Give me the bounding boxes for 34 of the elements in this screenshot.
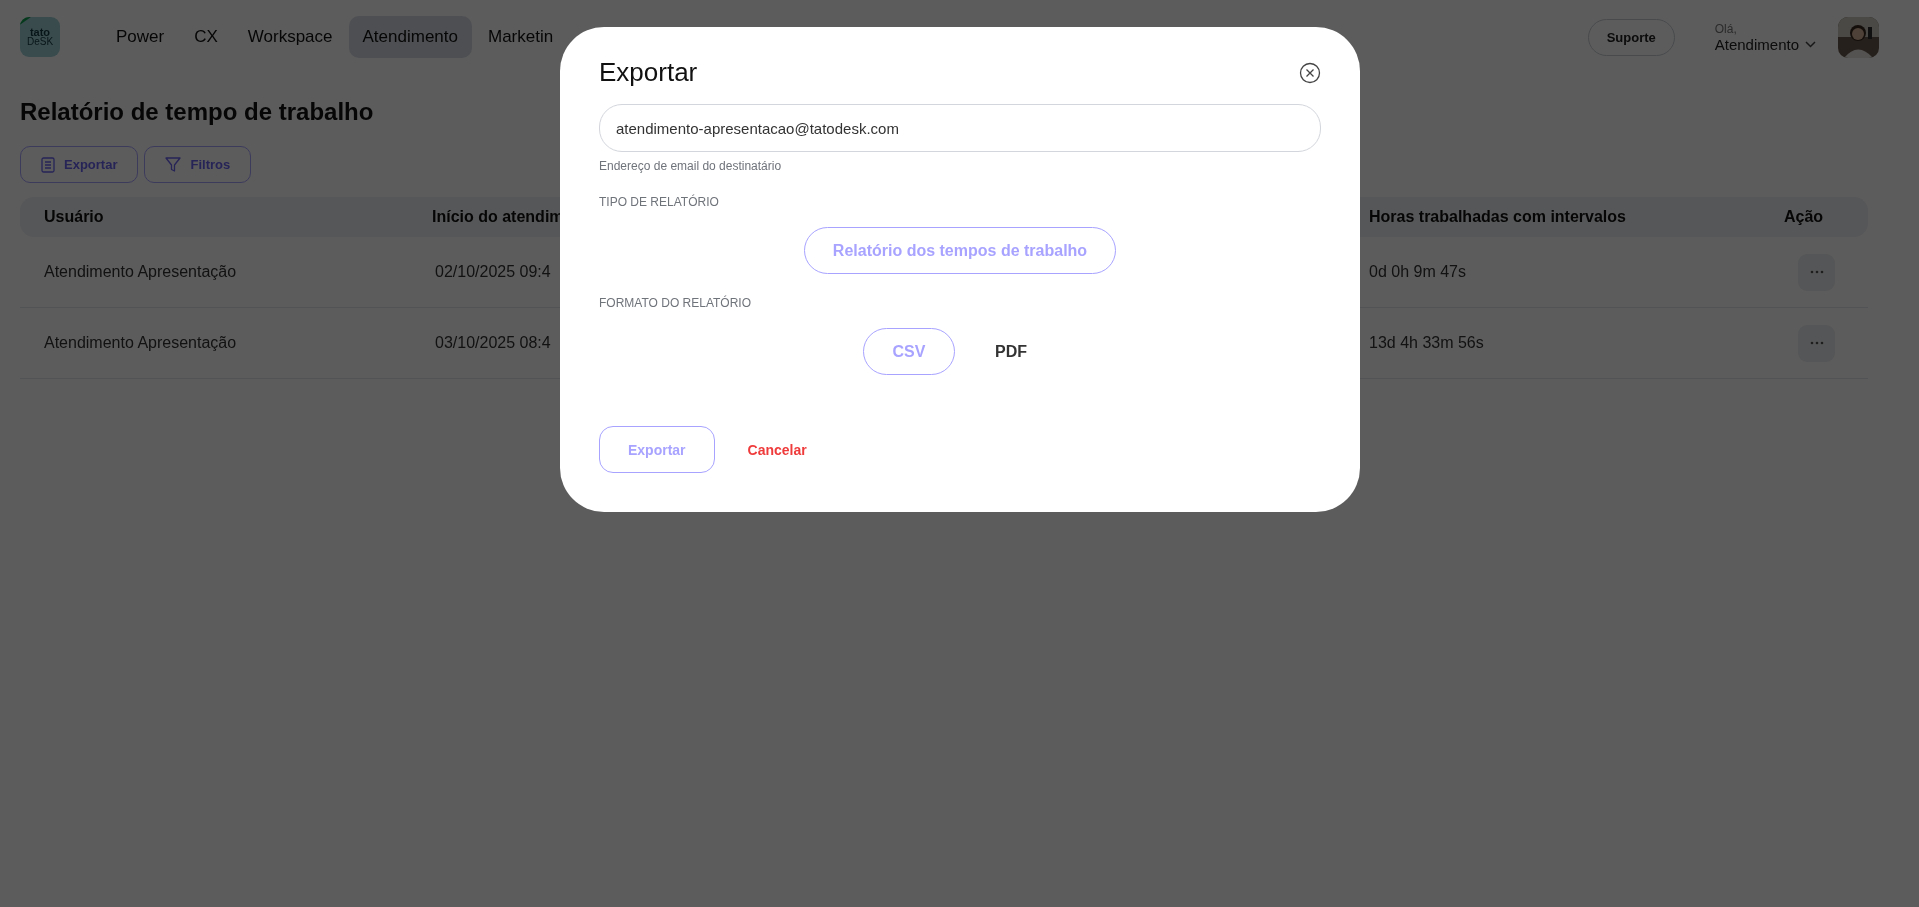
nav-tab[interactable]: CX	[180, 16, 232, 58]
avatar[interactable]	[1838, 16, 1879, 58]
nav-tab[interactable]: Workspace	[233, 16, 347, 58]
email-field[interactable]: atendimento-apresentacao@tatodesk.com	[599, 104, 1321, 152]
helper-text: Endereço de email do destinatário	[599, 159, 783, 173]
table-cell: 0d 0h 9m 47s	[1369, 263, 1466, 281]
filter-button[interactable]: Filtros	[144, 146, 252, 183]
export-button[interactable]: Exportar	[20, 146, 139, 183]
close-icon	[1299, 61, 1321, 84]
section-label: TIPO DE RELATÓRIO	[599, 195, 720, 209]
chevron-down-icon	[1805, 40, 1816, 48]
column-header: Horas trabalhadas com intervalos	[1369, 208, 1626, 226]
nav-tab[interactable]: Power	[102, 16, 179, 58]
user-name[interactable]: Atendimento	[1714, 35, 1799, 53]
filter-icon	[165, 157, 182, 172]
option-pill[interactable]: Relatório dos tempos de trabalho	[803, 227, 1117, 274]
column-header: Usuário	[44, 208, 104, 226]
more-icon	[1809, 341, 1824, 345]
table-cell: Atendimento Apresentação	[44, 334, 237, 352]
dialog-title: Exportar	[599, 57, 698, 88]
support-button[interactable]: Suporte	[1587, 18, 1675, 56]
table-cell: Atendimento Apresentação	[44, 263, 237, 281]
option-pill[interactable]: CSV	[863, 328, 955, 375]
table-cell-text: 02/10/2025 09:4	[434, 263, 551, 281]
page-title: Relatório de tempo de trabalho	[20, 98, 374, 126]
document-icon	[41, 156, 55, 173]
section-label: FORMATO DO RELATÓRIO	[599, 296, 752, 310]
table-cell: 13d 4h 33m 56s	[1369, 334, 1484, 352]
export-button[interactable]: Exportar	[599, 426, 715, 473]
nav-tab[interactable]: Atendimento	[348, 16, 472, 58]
table-cell-text: 03/10/2025 08:4	[434, 334, 551, 352]
column-header: Ação	[1784, 208, 1824, 226]
more-icon	[1809, 270, 1824, 274]
close-button[interactable]	[1299, 61, 1321, 84]
